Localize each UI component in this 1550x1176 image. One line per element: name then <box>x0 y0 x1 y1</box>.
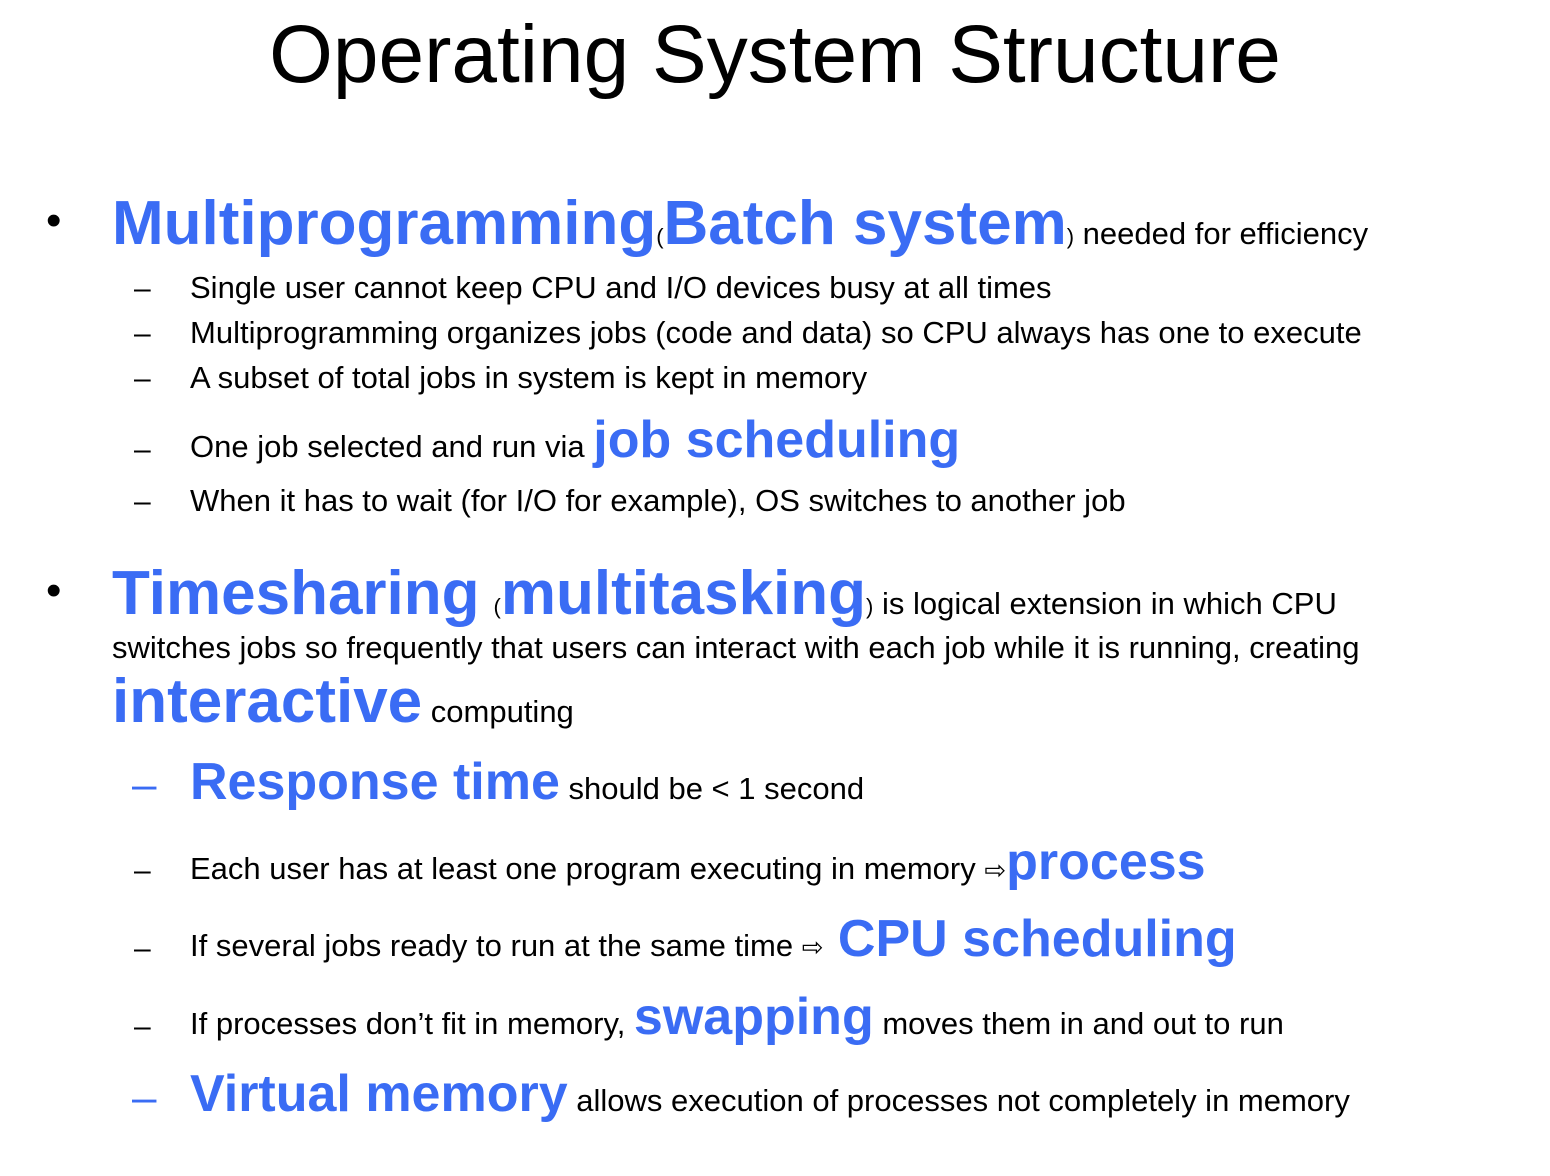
arrow-icon: ⇨ <box>801 932 824 962</box>
sub-item-text: If processes don’t fit in memory, <box>190 1006 634 1041</box>
sub-item: Multiprogramming organizes jobs (code an… <box>190 315 1362 350</box>
sub-item-text: moves them in and out to run <box>873 1006 1284 1041</box>
bullet2-line3: interactive computing <box>112 666 574 737</box>
dash-marker: – <box>134 932 151 965</box>
slide-title: Operating System Structure <box>269 9 1281 100</box>
dash-marker: – <box>134 433 151 466</box>
open-paren: ( <box>656 224 664 249</box>
sub-item-text: Each user has at least one program execu… <box>190 851 985 886</box>
sub-item-text: should be < 1 second <box>559 771 865 806</box>
term-process: process <box>1006 833 1206 891</box>
open-paren: ( <box>493 594 501 619</box>
sub-item-swapping: If processes don’t fit in memory, swappi… <box>190 987 1284 1047</box>
sub-item-process: Each user has at least one program execu… <box>190 832 1206 892</box>
sub-item-text: One job selected and run via <box>190 429 594 464</box>
sub-item-virtual-memory: Virtual memory allows execution of proce… <box>190 1064 1350 1124</box>
bullet-marker: • <box>46 566 62 615</box>
sub-item: Single user cannot keep CPU and I/O devi… <box>190 270 1052 305</box>
bullet-marker: • <box>46 196 62 245</box>
term-multitasking: multitasking <box>500 559 867 628</box>
dash-marker: – <box>132 760 157 809</box>
sub-item-job-scheduling: One job selected and run via job schedul… <box>190 410 960 470</box>
term-interactive: interactive <box>112 667 423 736</box>
bullet-timesharing: Timesharing (multitasking) is logical ext… <box>112 558 1337 629</box>
bullet1-rest: needed for efficiency <box>1074 216 1369 251</box>
term-cpu-scheduling: CPU scheduling <box>823 910 1237 968</box>
sub-item-response-time: Response time should be < 1 second <box>190 752 864 812</box>
slide: Operating System Structure • Multiprogra… <box>0 0 1550 1176</box>
term-virtual-memory: Virtual memory <box>190 1065 568 1123</box>
sub-item-cpu-scheduling: If several jobs ready to run at the same… <box>190 909 1237 969</box>
bullet2-line2: switches jobs so frequently that users c… <box>112 630 1360 665</box>
sub-item: A subset of total jobs in system is kept… <box>190 360 868 395</box>
dash-marker: – <box>134 317 151 350</box>
term-job-scheduling: job scheduling <box>593 411 961 469</box>
dash-marker: – <box>134 1010 151 1043</box>
bullet2-line3-rest: computing <box>422 694 574 729</box>
dash-marker: – <box>134 485 151 518</box>
dash-marker: – <box>134 854 151 887</box>
dash-marker: – <box>132 1073 157 1122</box>
term-response-time: Response time <box>190 753 560 811</box>
term-multiprogramming: Multiprogramming <box>112 189 657 258</box>
term-timesharing: Timesharing <box>112 559 480 628</box>
close-paren: ) <box>1066 224 1075 249</box>
dash-marker: – <box>134 362 151 395</box>
sub-item-text: allows execution of processes not comple… <box>567 1083 1350 1118</box>
term-batch-system: Batch system <box>663 189 1067 258</box>
bullet-multiprogramming: Multiprogramming(Batch system) needed fo… <box>112 188 1368 259</box>
sub-item: When it has to wait (for I/O for example… <box>190 483 1126 518</box>
term-swapping: swapping <box>633 988 874 1046</box>
arrow-icon: ⇨ <box>984 855 1007 885</box>
sub-item-text: If several jobs ready to run at the same… <box>190 928 802 963</box>
dash-marker: – <box>134 272 151 305</box>
bullet2-rest: is logical extension in which CPU <box>873 586 1337 621</box>
